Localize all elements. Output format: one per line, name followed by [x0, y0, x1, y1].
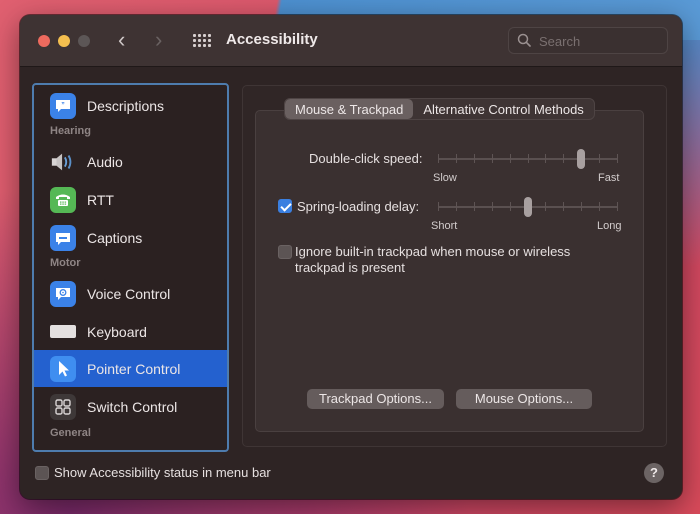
sidebar-item-label: Pointer Control — [87, 360, 181, 377]
sidebar-item-label: Keyboard — [87, 323, 147, 340]
search-input[interactable] — [539, 32, 659, 50]
spring-loading-delay-label: Spring-loading delay: — [297, 199, 420, 214]
section-header-general: General — [50, 427, 91, 439]
slider-tick — [563, 154, 564, 163]
sidebar-item-label: RTT — [87, 191, 114, 208]
spring-loading-checkbox[interactable] — [278, 199, 292, 213]
keyboard-icon — [50, 319, 76, 345]
slider-tick — [617, 154, 618, 163]
slider-tick — [545, 202, 546, 211]
tab-bar: Mouse & Trackpad Alternative Control Met… — [284, 98, 595, 120]
telephone-icon — [50, 186, 76, 213]
descriptions-icon: ” — [50, 92, 76, 119]
sidebar-list[interactable]: ” Descriptions Hearing Audio RTT Caption… — [32, 83, 229, 452]
slider-tick — [474, 154, 475, 163]
zoom-button[interactable] — [78, 35, 90, 47]
slider-tick — [563, 202, 564, 211]
sidebar-item-keyboard[interactable]: Keyboard — [34, 313, 227, 350]
double-click-speed-slider[interactable] — [438, 149, 618, 169]
section-header-hearing: Hearing — [50, 125, 91, 137]
sidebar-item-switch-control[interactable]: Switch Control — [34, 388, 227, 425]
slider-tick — [492, 154, 493, 163]
sidebar-item-captions[interactable]: Captions — [34, 219, 227, 256]
slider-min-label: Slow — [433, 172, 457, 184]
slider-tick — [510, 202, 511, 211]
show-status-checkbox[interactable] — [35, 466, 49, 480]
trackpad-options-button[interactable]: Trackpad Options... — [307, 389, 444, 409]
slider-thumb[interactable] — [524, 197, 532, 217]
ignore-trackpad-label-line2: trackpad is present — [295, 260, 405, 275]
ignore-trackpad-checkbox[interactable] — [278, 245, 292, 259]
sidebar-item-label: Captions — [87, 229, 143, 246]
sidebar-item-descriptions[interactable]: ” Descriptions — [34, 87, 227, 124]
slider-min-label: Short — [431, 220, 458, 232]
slider-tick — [599, 202, 600, 211]
switch-control-icon — [50, 393, 76, 420]
title-bar: ‹ › Accessibility — [20, 15, 682, 67]
tab-mouse-trackpad[interactable]: Mouse & Trackpad — [285, 99, 414, 119]
slider-tick — [510, 154, 511, 163]
slider-thumb[interactable] — [577, 149, 585, 169]
sidebar-item-label: Audio — [87, 153, 123, 170]
search-field[interactable] — [508, 27, 668, 54]
tab-alternative-control-methods[interactable]: Alternative Control Methods — [413, 99, 593, 119]
mouse-options-button[interactable]: Mouse Options... — [456, 389, 592, 409]
sidebar-item-rtt[interactable]: RTT — [34, 181, 227, 218]
ignore-trackpad-label: Ignore built-in trackpad when mouse or w… — [295, 244, 570, 276]
show-all-grid-icon[interactable] — [193, 34, 211, 48]
slider-max-label: Fast — [598, 172, 620, 184]
close-button[interactable] — [38, 35, 50, 47]
sidebar-item-audio[interactable]: Audio — [34, 143, 227, 180]
slider-max-label: Long — [597, 220, 622, 232]
voice-control-icon — [50, 280, 76, 307]
section-header-motor: Motor — [50, 257, 81, 269]
ignore-trackpad-label-line1: Ignore built-in trackpad when mouse or w… — [295, 244, 571, 259]
back-button[interactable]: ‹ — [118, 29, 125, 51]
search-icon — [517, 33, 531, 47]
slider-tick — [617, 202, 618, 211]
pointer-icon — [50, 355, 76, 382]
slider-tick — [438, 154, 439, 163]
forward-button[interactable]: › — [155, 29, 162, 51]
slider-tick — [456, 154, 457, 163]
spring-loading-delay-slider[interactable] — [438, 197, 618, 217]
slider-tick — [438, 202, 439, 211]
system-preferences-window: ‹ › Accessibility ” Descriptions Hearing — [20, 15, 682, 499]
sidebar-item-label: Switch Control — [87, 398, 178, 415]
slider-tick — [492, 202, 493, 211]
slider-tick — [474, 202, 475, 211]
sidebar-item-voice-control[interactable]: Voice Control — [34, 275, 227, 312]
sidebar-item-pointer-control[interactable]: Pointer Control — [34, 350, 227, 387]
window-title: Accessibility — [226, 31, 318, 48]
captions-icon — [50, 224, 76, 251]
help-button[interactable]: ? — [644, 463, 664, 483]
speaker-icon — [50, 149, 76, 175]
svg-text:”: ” — [61, 102, 65, 109]
minimize-button[interactable] — [58, 35, 70, 47]
slider-tick — [545, 154, 546, 163]
double-click-speed-label: Double-click speed: — [309, 151, 423, 166]
show-status-label: Show Accessibility status in menu bar — [54, 465, 271, 480]
slider-tick — [581, 202, 582, 211]
sidebar-item-label: Descriptions — [87, 97, 165, 114]
slider-tick — [599, 154, 600, 163]
slider-tick — [528, 154, 529, 163]
slider-tick — [456, 202, 457, 211]
sidebar-item-label: Voice Control — [87, 285, 171, 302]
